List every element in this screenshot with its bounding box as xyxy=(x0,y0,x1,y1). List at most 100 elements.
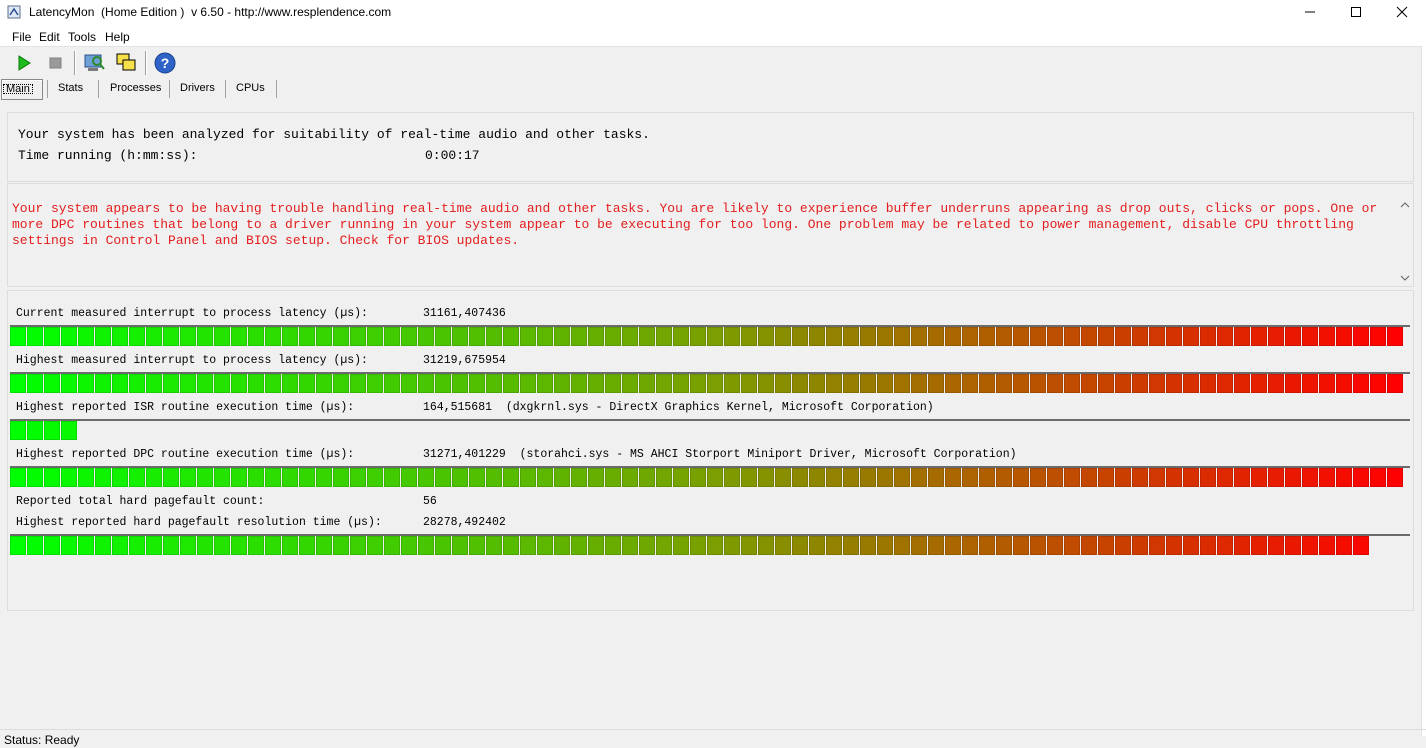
windows-button[interactable] xyxy=(114,51,138,75)
meter-segment xyxy=(452,536,468,555)
meter-segment xyxy=(826,536,842,555)
analyzer-button[interactable] xyxy=(82,51,106,75)
meter-segment xyxy=(44,421,60,440)
meter-segment xyxy=(588,374,604,393)
meter-segment xyxy=(418,374,434,393)
stop-button[interactable] xyxy=(44,51,68,75)
meter-segment xyxy=(129,468,145,487)
meter-segment xyxy=(95,468,111,487)
meter-segment xyxy=(1234,327,1250,346)
meter-segment xyxy=(316,374,332,393)
meter-segment xyxy=(10,468,26,487)
meter-segment xyxy=(1251,327,1267,346)
meter-segment xyxy=(809,327,825,346)
tab-drivers[interactable]: Drivers xyxy=(176,79,219,98)
meter-segment xyxy=(860,327,876,346)
meter-segment xyxy=(554,468,570,487)
meter-segment xyxy=(350,327,366,346)
meter-segment xyxy=(1251,468,1267,487)
toolbar: ? xyxy=(0,47,1426,78)
meter-segment xyxy=(78,327,94,346)
warning-scrollbar[interactable] xyxy=(1398,198,1412,284)
meter-segment xyxy=(1217,536,1233,555)
meter-segment xyxy=(1387,374,1403,393)
meter-segment xyxy=(61,468,77,487)
meter-segment xyxy=(180,468,196,487)
meter-segment xyxy=(469,536,485,555)
meter-fill xyxy=(10,374,1404,393)
meter-segment xyxy=(1115,327,1131,346)
meter-segment xyxy=(554,536,570,555)
meter-segment xyxy=(1336,327,1352,346)
dpc-label: Highest reported DPC routine execution t… xyxy=(16,448,355,461)
tab-cpus[interactable]: CPUs xyxy=(232,79,269,98)
close-button[interactable] xyxy=(1379,0,1425,26)
meter-segment xyxy=(350,536,366,555)
meter-segment xyxy=(1098,374,1114,393)
meter-segment xyxy=(384,468,400,487)
meter-segment xyxy=(418,536,434,555)
meter-segment xyxy=(27,327,43,346)
meter-segment xyxy=(724,374,740,393)
meter-segment xyxy=(571,468,587,487)
tab-processes-label: Processes xyxy=(110,82,162,94)
tab-stats[interactable]: Stats xyxy=(54,79,87,98)
meter-segment xyxy=(1268,374,1284,393)
maximize-button[interactable] xyxy=(1333,0,1379,26)
meter-segment xyxy=(452,468,468,487)
meter-segment xyxy=(10,374,26,393)
meter-segment xyxy=(1047,327,1063,346)
meter-segment xyxy=(945,374,961,393)
scroll-up-icon[interactable] xyxy=(1400,202,1410,208)
meter-segment xyxy=(979,536,995,555)
menu-file[interactable]: File xyxy=(12,30,31,44)
meter-segment xyxy=(418,468,434,487)
current-latency-meter xyxy=(10,325,1410,346)
tab-processes[interactable]: Processes xyxy=(106,79,165,98)
meter-segment xyxy=(316,327,332,346)
meter-segment xyxy=(1132,468,1148,487)
meter-segment xyxy=(95,374,111,393)
window-title: LatencyMon (Home Edition ) v 6.50 - http… xyxy=(29,5,392,19)
isr-meter xyxy=(10,419,1410,440)
menu-help[interactable]: Help xyxy=(105,30,130,44)
meter-segment xyxy=(248,374,264,393)
meter-segment xyxy=(486,468,502,487)
meter-segment xyxy=(843,536,859,555)
meter-segment xyxy=(826,468,842,487)
meter-segment xyxy=(1200,468,1216,487)
close-icon xyxy=(1396,6,1408,18)
meter-segment xyxy=(588,536,604,555)
minimize-button[interactable] xyxy=(1287,0,1333,26)
meter-segment xyxy=(44,468,60,487)
meter-segment xyxy=(197,374,213,393)
scroll-down-icon[interactable] xyxy=(1400,275,1410,281)
menu-edit[interactable]: Edit xyxy=(39,30,60,44)
meter-segment xyxy=(1183,327,1199,346)
meter-segment xyxy=(928,374,944,393)
start-button[interactable] xyxy=(12,51,36,75)
meter-segment xyxy=(537,374,553,393)
meter-segment xyxy=(877,468,893,487)
menu-tools[interactable]: Tools xyxy=(68,30,96,44)
meter-segment xyxy=(622,374,638,393)
meter-segment xyxy=(1353,468,1369,487)
help-button[interactable]: ? xyxy=(153,51,177,75)
meter-segment xyxy=(673,468,689,487)
meter-segment xyxy=(639,536,655,555)
meter-segment xyxy=(809,468,825,487)
isr-label: Highest reported ISR routine execution t… xyxy=(16,401,355,414)
menu-bar: File Edit Tools Help xyxy=(0,26,1426,47)
tab-main[interactable]: Main xyxy=(1,79,43,100)
meter-segment xyxy=(333,468,349,487)
meter-segment xyxy=(129,327,145,346)
meter-segment xyxy=(741,327,757,346)
meter-segment xyxy=(1081,468,1097,487)
meter-segment xyxy=(571,536,587,555)
meter-segment xyxy=(333,374,349,393)
meter-segment xyxy=(520,468,536,487)
meter-segment xyxy=(962,374,978,393)
meter-segment xyxy=(1047,374,1063,393)
meter-segment xyxy=(1115,536,1131,555)
meter-segment xyxy=(1149,374,1165,393)
